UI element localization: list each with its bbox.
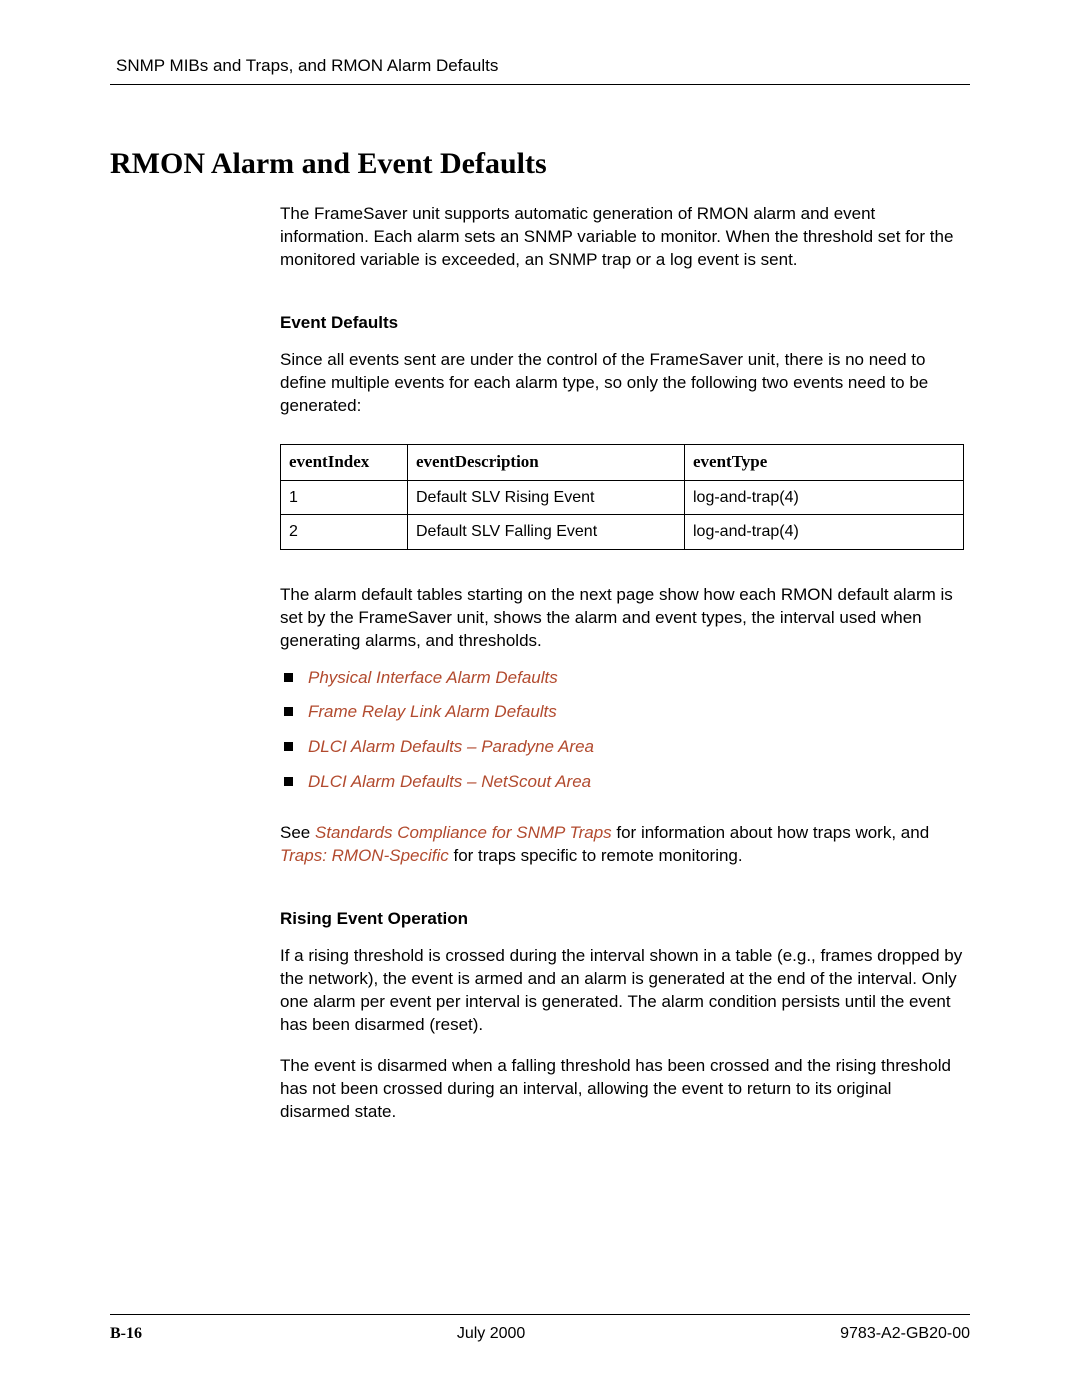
event-defaults-table: eventIndex eventDescription eventType 1 …	[280, 444, 964, 550]
see-text-pre: See	[280, 823, 315, 842]
cell-event-index: 1	[281, 480, 408, 515]
link-dlci-alarm-defaults-paradyne[interactable]: DLCI Alarm Defaults – Paradyne Area	[280, 736, 964, 759]
section-title: RMON Alarm and Event Defaults	[110, 147, 970, 181]
col-event-index: eventIndex	[281, 444, 408, 480]
running-header: SNMP MIBs and Traps, and RMON Alarm Defa…	[110, 56, 970, 76]
cell-event-type: log-and-trap(4)	[685, 515, 964, 550]
rising-event-p2: The event is disarmed when a falling thr…	[280, 1055, 964, 1124]
page-footer: B-16 July 2000 9783-A2-GB20-00	[110, 1314, 970, 1343]
table-row: 1 Default SLV Rising Event log-and-trap(…	[281, 480, 964, 515]
table-header-row: eventIndex eventDescription eventType	[281, 444, 964, 480]
document-page: SNMP MIBs and Traps, and RMON Alarm Defa…	[0, 0, 1080, 1397]
cell-event-type: log-and-trap(4)	[685, 480, 964, 515]
after-table-paragraph: The alarm default tables starting on the…	[280, 584, 964, 653]
col-event-type: eventType	[685, 444, 964, 480]
see-text-mid: for information about how traps work, an…	[612, 823, 930, 842]
reference-link-list: Physical Interface Alarm Defaults Frame …	[280, 667, 964, 795]
cell-event-index: 2	[281, 515, 408, 550]
intro-paragraph: The FrameSaver unit supports automatic g…	[280, 203, 964, 272]
link-frame-relay-link-alarm-defaults[interactable]: Frame Relay Link Alarm Defaults	[280, 701, 964, 724]
event-defaults-paragraph: Since all events sent are under the cont…	[280, 349, 964, 418]
page-number: B-16	[110, 1325, 142, 1343]
header-rule	[110, 84, 970, 85]
body-content: The FrameSaver unit supports automatic g…	[280, 203, 964, 1124]
see-text-post: for traps specific to remote monitoring.	[449, 846, 743, 865]
rising-event-heading: Rising Event Operation	[280, 908, 964, 931]
rising-event-p1: If a rising threshold is crossed during …	[280, 945, 964, 1037]
link-traps-rmon-specific[interactable]: Traps: RMON-Specific	[280, 846, 449, 865]
table-row: 2 Default SLV Falling Event log-and-trap…	[281, 515, 964, 550]
col-event-description: eventDescription	[408, 444, 685, 480]
event-defaults-heading: Event Defaults	[280, 312, 964, 335]
see-paragraph: See Standards Compliance for SNMP Traps …	[280, 822, 964, 868]
footer-date: July 2000	[457, 1325, 526, 1343]
cell-event-description: Default SLV Falling Event	[408, 515, 685, 550]
link-physical-interface-alarm-defaults[interactable]: Physical Interface Alarm Defaults	[280, 667, 964, 690]
document-number: 9783-A2-GB20-00	[840, 1325, 970, 1343]
link-dlci-alarm-defaults-netscout[interactable]: DLCI Alarm Defaults – NetScout Area	[280, 771, 964, 794]
link-standards-compliance[interactable]: Standards Compliance for SNMP Traps	[315, 823, 612, 842]
cell-event-description: Default SLV Rising Event	[408, 480, 685, 515]
